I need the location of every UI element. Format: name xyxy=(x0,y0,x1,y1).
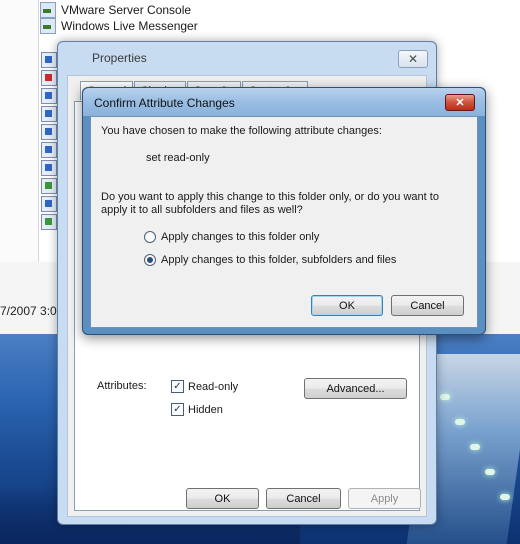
pdf-icon[interactable] xyxy=(41,70,57,86)
hidden-label: Hidden xyxy=(188,403,223,416)
shortcut-icon[interactable] xyxy=(41,214,57,230)
subfolders-radio[interactable] xyxy=(144,254,156,266)
confirm-titlebar[interactable]: Confirm Attribute Changes ✕ xyxy=(83,88,485,116)
program-item-label: Windows Live Messenger xyxy=(61,19,198,33)
hidden-checkbox-row[interactable]: ✓ Hidden xyxy=(171,403,223,416)
program-item-label: VMware Server Console xyxy=(61,3,192,17)
properties-close-button[interactable]: ✕ xyxy=(398,50,428,68)
folder-only-label: Apply changes to this folder only xyxy=(161,231,320,243)
shortcut-icon[interactable] xyxy=(41,178,57,194)
shortcut-icon[interactable] xyxy=(41,88,57,104)
folder-only-radio[interactable] xyxy=(144,231,156,243)
network-icon[interactable] xyxy=(41,124,57,140)
network-icon[interactable] xyxy=(41,142,57,158)
program-item-vmware[interactable]: VMware Server Console xyxy=(40,2,198,18)
network-icon[interactable] xyxy=(41,106,57,122)
pier-light xyxy=(440,394,450,400)
properties-title: Properties xyxy=(92,51,147,65)
option-folder-only[interactable]: Apply changes to this folder only xyxy=(144,231,319,243)
file-icon-column xyxy=(41,52,57,232)
readonly-checkbox-row[interactable]: ✓ Read-only xyxy=(171,380,238,393)
confirm-intro-text: You have chosen to make the following at… xyxy=(101,125,382,137)
image-icon[interactable] xyxy=(41,196,57,212)
printer-icon[interactable] xyxy=(41,160,57,176)
close-icon: ✕ xyxy=(407,52,419,66)
pier-light xyxy=(485,469,495,475)
pier-light xyxy=(500,494,510,500)
attributes-label: Attributes: xyxy=(97,380,147,392)
vmware-icon xyxy=(40,2,56,18)
confirm-cancel-button[interactable]: Cancel xyxy=(391,295,464,316)
confirm-body: You have chosen to make the following at… xyxy=(90,116,478,328)
confirm-question-line2: apply it to all subfolders and files as … xyxy=(101,204,303,216)
program-item-messenger[interactable]: Windows Live Messenger xyxy=(40,18,198,34)
readonly-checkbox[interactable]: ✓ xyxy=(171,380,184,393)
pier-light xyxy=(455,419,465,425)
advanced-button[interactable]: Advanced... xyxy=(304,378,407,399)
confirm-close-button[interactable]: ✕ xyxy=(445,94,475,111)
pier-light xyxy=(470,444,480,450)
confirm-title: Confirm Attribute Changes xyxy=(94,96,235,110)
subfolders-label: Apply changes to this folder, subfolders… xyxy=(161,254,397,266)
pane-divider xyxy=(38,0,39,262)
program-list: VMware Server Console Windows Live Messe… xyxy=(40,2,198,34)
ok-button[interactable]: OK xyxy=(186,488,259,509)
attribute-change-text: set read-only xyxy=(146,152,210,164)
hidden-checkbox[interactable]: ✓ xyxy=(171,403,184,416)
option-folder-subfolders-files[interactable]: Apply changes to this folder, subfolders… xyxy=(144,254,396,266)
confirm-attribute-dialog: Confirm Attribute Changes ✕ You have cho… xyxy=(82,87,486,335)
date-modified-text: 7/2007 3:02 xyxy=(0,304,64,318)
readonly-label: Read-only xyxy=(188,380,239,393)
cancel-button[interactable]: Cancel xyxy=(266,488,341,509)
confirm-question-line1: Do you want to apply this change to this… xyxy=(101,191,439,203)
explorer-left-pane xyxy=(0,0,38,262)
close-icon: ✕ xyxy=(455,97,465,109)
messenger-icon xyxy=(40,18,56,34)
shortcut-icon[interactable] xyxy=(41,52,57,68)
apply-button[interactable]: Apply xyxy=(348,488,421,509)
confirm-ok-button[interactable]: OK xyxy=(311,295,383,316)
